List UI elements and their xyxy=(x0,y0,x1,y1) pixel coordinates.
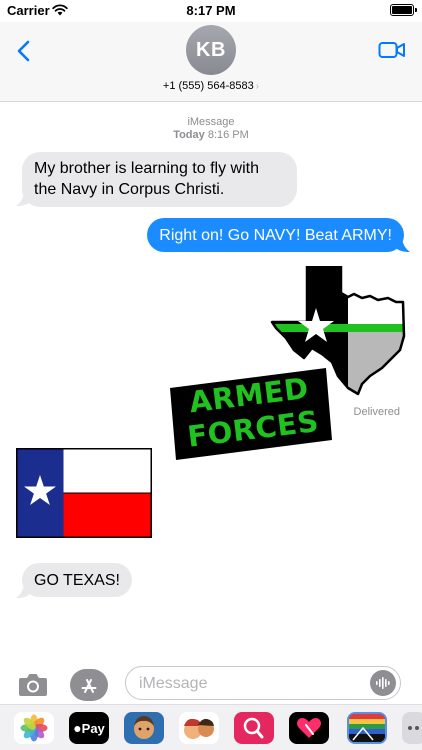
bubble-tail xyxy=(396,238,410,252)
contact-chevron-icon: › xyxy=(255,81,260,92)
bubble-tail xyxy=(16,584,30,598)
texas-flag-sticker[interactable] xyxy=(16,448,152,538)
message-text: My brother is learning to fly with the N… xyxy=(34,160,259,198)
apple-logo-icon: ● xyxy=(73,720,82,736)
message-input[interactable] xyxy=(139,673,359,695)
conversation-header: KB +1 (555) 564-8583 › xyxy=(0,22,422,102)
timestamp-day: Today xyxy=(173,129,205,141)
incoming-message-bubble[interactable]: My brother is learning to fly with the N… xyxy=(22,152,297,207)
video-call-icon[interactable] xyxy=(378,40,406,60)
flag-stickers-app-icon[interactable] xyxy=(347,712,387,744)
composer-row xyxy=(0,664,422,702)
app-store-icon[interactable] xyxy=(70,669,108,701)
thread-timestamp: iMessage Today 8:16 PM xyxy=(0,116,422,142)
more-apps-icon[interactable] xyxy=(402,712,422,744)
delivered-status: Delivered xyxy=(353,406,400,418)
incoming-message-bubble[interactable]: GO TEXAS! xyxy=(22,563,132,597)
app-drawer: ● Pay xyxy=(0,704,422,750)
back-chevron-icon[interactable] xyxy=(14,40,34,62)
status-bar: Carrier 8:17 PM xyxy=(0,0,422,22)
message-text: Right on! Go NAVY! Beat ARMY! xyxy=(159,227,392,244)
armed-forces-sticker[interactable]: ARMED FORCES xyxy=(170,368,332,460)
avatar-initials: KB xyxy=(196,38,226,61)
contact-details[interactable]: +1 (555) 564-8583 › xyxy=(0,80,422,92)
contact-avatar[interactable]: KB xyxy=(186,25,236,75)
memoji-stickers-app-icon[interactable] xyxy=(179,712,219,744)
memoji-app-icon[interactable] xyxy=(124,712,164,744)
digital-touch-app-icon[interactable] xyxy=(289,712,329,744)
timestamp-time: 8:16 PM xyxy=(207,129,249,141)
contact-number: +1 (555) 564-8583 xyxy=(162,80,254,92)
outgoing-message-bubble[interactable]: Right on! Go NAVY! Beat ARMY! xyxy=(147,218,404,252)
apple-pay-label: Pay xyxy=(81,720,105,736)
audio-waveform-icon[interactable] xyxy=(370,670,396,696)
message-text: GO TEXAS! xyxy=(34,572,120,589)
battery-icon xyxy=(390,4,417,16)
image-search-app-icon[interactable] xyxy=(234,712,274,744)
status-time: 8:17 PM xyxy=(186,3,236,18)
camera-icon[interactable] xyxy=(15,667,51,703)
bubble-tail xyxy=(16,192,30,206)
service-label: iMessage xyxy=(187,116,235,128)
message-input-field[interactable] xyxy=(125,666,401,700)
photos-app-icon[interactable] xyxy=(14,712,54,744)
apple-pay-app-icon[interactable]: ● Pay xyxy=(69,712,109,744)
